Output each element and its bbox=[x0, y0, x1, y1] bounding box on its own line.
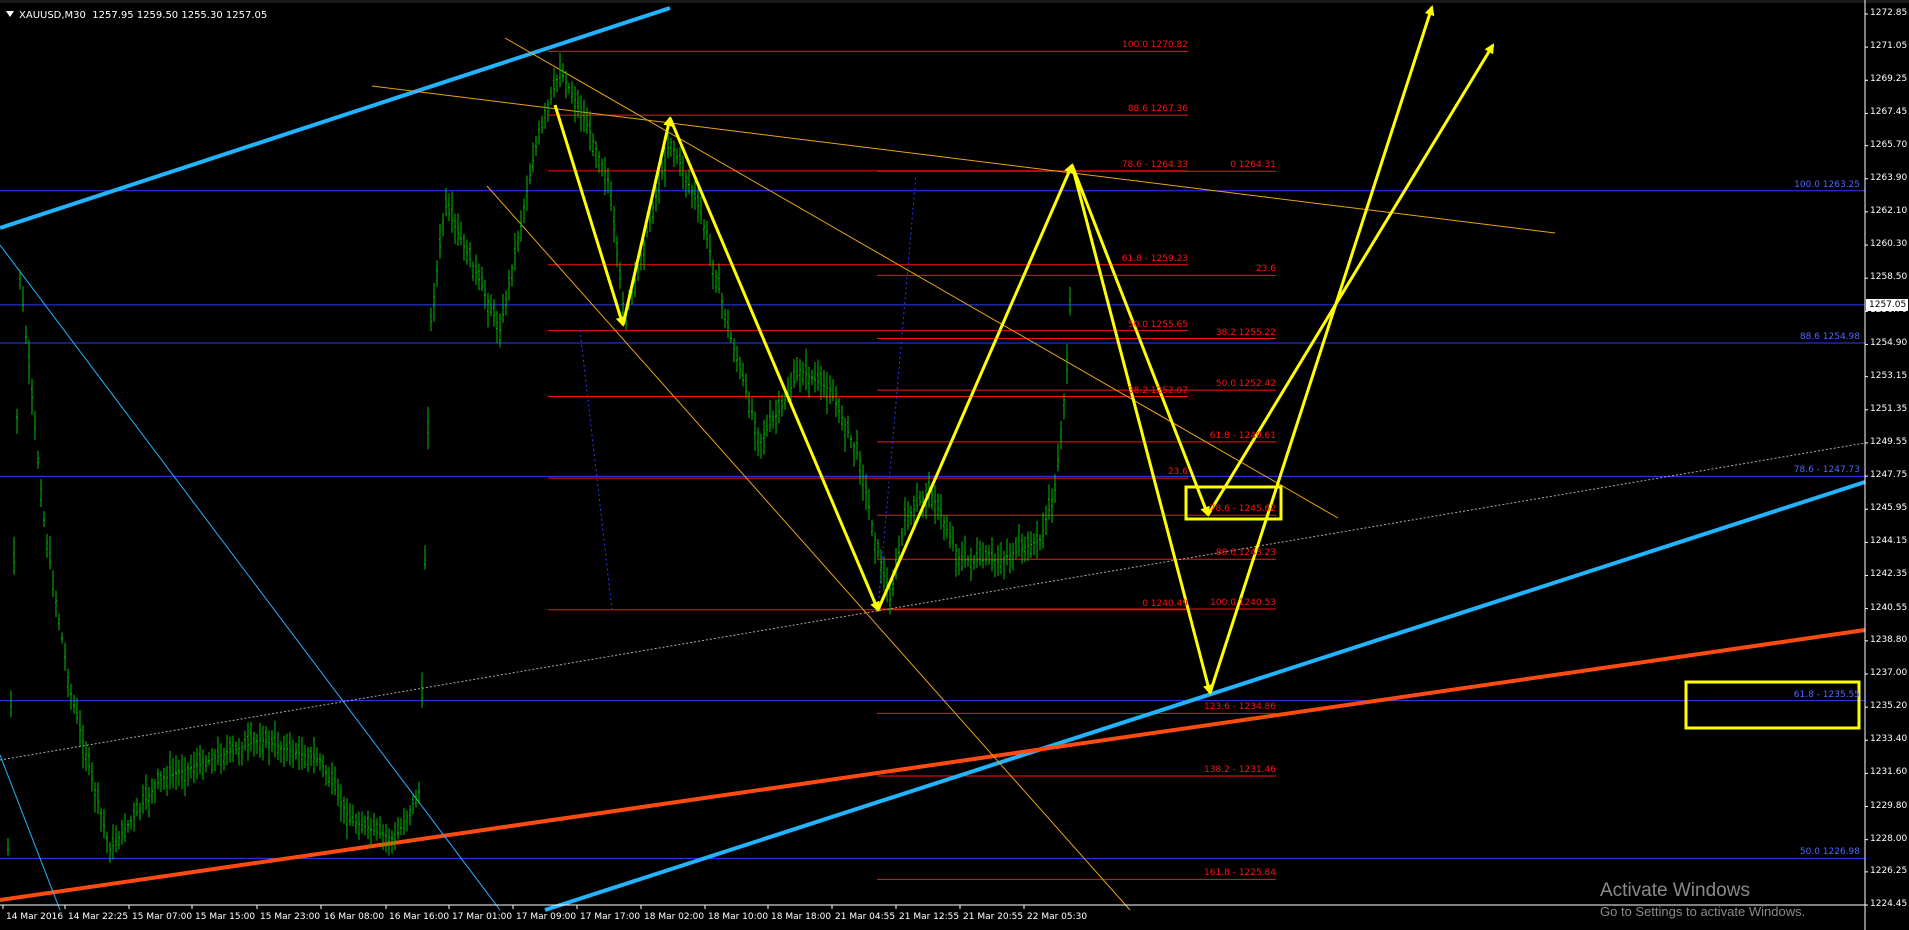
price-tick-label: 1228.00 bbox=[1870, 833, 1908, 844]
fib-right-label: 50.0 1252.42 bbox=[1215, 379, 1276, 390]
fib-right-label: 100.0 1240.53 bbox=[1210, 597, 1276, 608]
symbol-label: XAUUSD,M30 bbox=[19, 10, 86, 21]
pattern-leg bbox=[1070, 164, 1213, 695]
channel-lower-line bbox=[544, 480, 1866, 912]
time-tick-label: 16 Mar 16:00 bbox=[389, 912, 450, 922]
price-tick-label: 1262.10 bbox=[1870, 205, 1908, 216]
fib-left-label: 78.6 - 1264.33 bbox=[1121, 159, 1188, 170]
projection-arrow bbox=[1208, 5, 1435, 694]
pattern-leg bbox=[668, 117, 880, 612]
watermark-title: Activate Windows bbox=[1600, 880, 1750, 901]
fib-right-label: 138.2 - 1231.46 bbox=[1204, 764, 1276, 775]
price-tick-label: 1272.85 bbox=[1870, 8, 1908, 18]
time-tick-label: 21 Mar 20:55 bbox=[963, 912, 1024, 922]
fib-left-label: 50.0 1255.65 bbox=[1127, 319, 1188, 330]
time-tick-label: 18 Mar 18:00 bbox=[771, 912, 832, 922]
time-tick-label: 14 Mar 2016 bbox=[6, 912, 64, 922]
price-tick-label: 1267.45 bbox=[1870, 107, 1908, 118]
time-tick-label: 18 Mar 02:00 bbox=[644, 912, 705, 922]
time-tick-label: 15 Mar 15:00 bbox=[195, 912, 256, 922]
time-tick-label: 21 Mar 12:55 bbox=[899, 912, 960, 922]
descending-thin-line bbox=[0, 244, 501, 911]
price-tick-label: 1226.25 bbox=[1870, 865, 1908, 876]
time-tick-label: 16 Mar 08:00 bbox=[324, 912, 385, 922]
pattern-leg bbox=[553, 104, 626, 327]
price-tick-label: 1245.95 bbox=[1870, 503, 1908, 514]
fib-left-label: 23.6 bbox=[1167, 467, 1188, 478]
price-tick-label: 1263.90 bbox=[1870, 172, 1908, 183]
price-tick-label: 1229.80 bbox=[1870, 800, 1908, 811]
price-tick-label: 1258.50 bbox=[1870, 272, 1908, 283]
pattern-leg bbox=[1070, 164, 1210, 517]
horizontal-level-label: 100.0 1263.25 bbox=[1794, 179, 1860, 190]
ohlc-values: 1257.95 1259.50 1255.30 1257.05 bbox=[92, 10, 268, 21]
time-tick-label: 15 Mar 07:00 bbox=[132, 912, 193, 922]
horizontal-level-label: 61.8 - 1235.55 bbox=[1793, 689, 1860, 700]
price-tick-label: 1237.00 bbox=[1870, 667, 1908, 678]
fib-right-label: 38.2 1255.22 bbox=[1215, 327, 1276, 338]
time-tick-label: 15 Mar 23:00 bbox=[260, 912, 321, 922]
price-chart[interactable] bbox=[0, 0, 1909, 930]
horizontal-level-label: 78.6 - 1247.73 bbox=[1793, 465, 1860, 476]
price-tick-label: 1260.30 bbox=[1870, 239, 1908, 250]
fib-right-label: 61.8 - 1249.61 bbox=[1209, 430, 1276, 441]
descending-thin-line bbox=[0, 754, 61, 911]
fib-left-label: 38.2 1252.07 bbox=[1127, 385, 1188, 396]
price-tick-label: 1269.25 bbox=[1870, 74, 1908, 85]
price-tick-label: 1240.55 bbox=[1870, 602, 1908, 613]
price-tick-label: 1265.70 bbox=[1870, 139, 1908, 150]
support-line bbox=[0, 628, 1866, 902]
horizontal-level-label: 50.0 1226.98 bbox=[1799, 847, 1860, 858]
horizontal-level-label: 88.6 1254.98 bbox=[1799, 331, 1860, 342]
time-tick-label: 17 Mar 01:00 bbox=[452, 912, 513, 922]
current-price-tag: 1257.05 bbox=[1866, 298, 1908, 311]
dotted-vertical-line bbox=[877, 174, 917, 609]
price-tick-label: 1247.75 bbox=[1870, 470, 1908, 481]
price-tick-label: 1254.90 bbox=[1870, 338, 1908, 349]
activate-windows-watermark: Activate Windows Go to Settings to activ… bbox=[1600, 880, 1805, 919]
price-tick-label: 1251.35 bbox=[1870, 403, 1908, 414]
resistance-trendline bbox=[371, 85, 1556, 234]
price-tick-label: 1235.20 bbox=[1870, 701, 1908, 712]
fib-right-label: 161.8 - 1225.84 bbox=[1204, 868, 1276, 879]
fib-right-label: 88.6 1243.23 bbox=[1215, 548, 1276, 559]
dropdown-triangle-icon[interactable] bbox=[6, 11, 14, 17]
pattern-leg bbox=[621, 116, 674, 326]
chart-window[interactable]: 100.0 1263.25 88.6 1254.98 78.6 - 1247.73 6… bbox=[0, 0, 1909, 930]
falling-trendline bbox=[504, 37, 1339, 519]
fib-left-label: 0 1240.49 bbox=[1142, 598, 1188, 609]
time-tick-label: 21 Mar 04:55 bbox=[835, 912, 896, 922]
time-tick-label: 17 Mar 17:00 bbox=[580, 912, 641, 922]
price-tick-label: 1224.45 bbox=[1870, 899, 1908, 909]
price-tick-label: 1238.80 bbox=[1870, 634, 1908, 645]
price-tick-label: 1271.05 bbox=[1870, 41, 1908, 52]
price-tick-label: 1253.15 bbox=[1870, 370, 1908, 381]
fib-left-label: 88.6 1267.36 bbox=[1127, 104, 1188, 115]
fib-left-label: 100.0 1270.82 bbox=[1122, 40, 1188, 51]
fib-right-label: 0 1264.31 bbox=[1230, 160, 1276, 171]
dotted-vertical-line bbox=[579, 329, 613, 611]
channel-upper-line bbox=[0, 6, 671, 230]
trendlines bbox=[0, 6, 1866, 912]
time-tick-label: 14 Mar 22:25 bbox=[68, 912, 129, 922]
fib-right-label: 123.6 - 1234.86 bbox=[1204, 702, 1276, 713]
chart-header: XAUUSD,M30 1257.95 1259.50 1255.30 1257.… bbox=[6, 10, 267, 21]
watermark-subtitle: Go to Settings to activate Windows. bbox=[1600, 904, 1806, 919]
horizontal-levels bbox=[0, 190, 1865, 859]
time-tick-label: 17 Mar 09:00 bbox=[516, 912, 577, 922]
price-tick-label: 1242.35 bbox=[1870, 569, 1908, 580]
fib-right-label: 23.6 bbox=[1255, 264, 1276, 275]
fib-left-label: 61.8 - 1259.23 bbox=[1121, 253, 1188, 264]
price-tick-label: 1244.15 bbox=[1870, 536, 1908, 547]
projection-arrow bbox=[1206, 43, 1495, 516]
fib-right-label: 78.6 - 1245.62 bbox=[1209, 504, 1276, 515]
axes bbox=[0, 0, 1868, 930]
time-tick-label: 18 Mar 10:00 bbox=[708, 912, 769, 922]
price-tick-label: 1233.40 bbox=[1870, 734, 1908, 745]
price-tick-label: 1231.60 bbox=[1870, 767, 1908, 778]
price-tick-label: 1249.55 bbox=[1870, 436, 1908, 447]
time-tick-label: 22 Mar 05:30 bbox=[1027, 912, 1088, 922]
